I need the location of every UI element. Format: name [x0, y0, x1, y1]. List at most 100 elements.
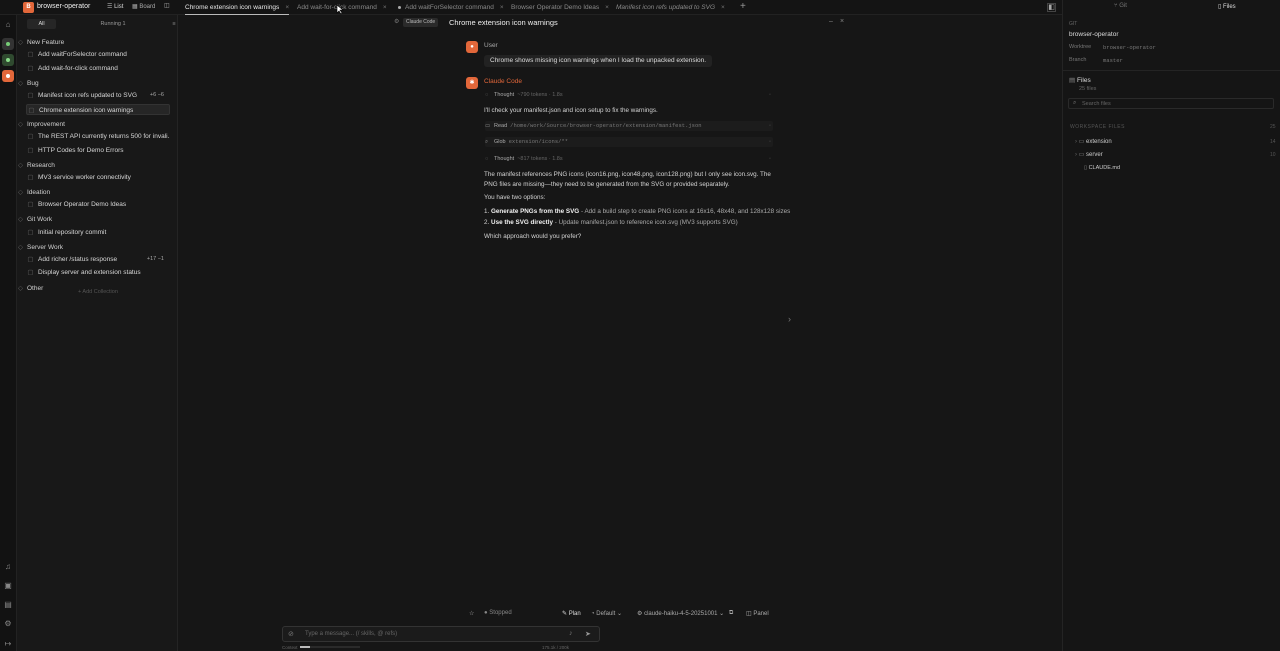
collection-header[interactable]: ◇ Research — [18, 161, 55, 169]
collection-header[interactable]: ◇ Server Work — [18, 243, 63, 251]
tree-folder-server[interactable]: › ▭ server — [1075, 151, 1103, 158]
attach-icon[interactable]: ⊘ — [288, 630, 294, 638]
new-tab-button[interactable]: + — [740, 1, 746, 12]
tag-icon: ◇ — [18, 120, 23, 128]
close-icon[interactable]: × — [605, 4, 609, 11]
user-avatar: ● — [466, 41, 478, 53]
worktree-value: browser-operator — [1103, 44, 1156, 51]
home-icon[interactable]: ⌂ — [3, 20, 13, 30]
plan-toggle[interactable]: ✎ Plan — [562, 610, 581, 617]
collection-header[interactable]: ◇ Bug — [18, 79, 39, 87]
filter-options-icon[interactable]: ≡ — [170, 19, 178, 29]
tree-folder-extension[interactable]: › ▭ extension — [1075, 138, 1112, 145]
sidebar-item-label: Chrome extension icon warnings — [39, 106, 134, 114]
board-view-button[interactable]: ▦ Board — [132, 3, 155, 10]
task-icon: ▢ — [27, 51, 34, 59]
filter-bar: All Running 1 ≡ — [27, 19, 177, 29]
tab-browser-operator-demo-ideas[interactable]: Browser Operator Demo Ideas × — [511, 0, 609, 15]
task-icon: ▢ — [27, 146, 34, 154]
sidebar-item[interactable]: ▢ Manifest icon refs updated to SVG +6 −6 — [26, 90, 170, 101]
collection-name: Server Work — [27, 243, 63, 251]
thought-block-2[interactable]: ◌ Thought ~817 tokens · 1.8s ◦ — [485, 154, 773, 164]
close-icon[interactable]: × — [383, 4, 387, 11]
sidebar-item[interactable]: ▢ Add wait-for-click command — [26, 63, 170, 74]
collection-header[interactable]: ◇ New Feature — [18, 38, 64, 46]
sidebar-toggle-icon[interactable]: ◫ — [164, 2, 170, 9]
extensions-icon[interactable]: ▣ — [3, 581, 13, 591]
thought-block-1[interactable]: ◌ Thought ~790 tokens · 1.8s ◦ — [485, 90, 773, 100]
chevron-right-icon[interactable]: › — [788, 314, 791, 324]
tab-add-waitforselector-command[interactable]: Add waitForSelector command × — [398, 0, 504, 15]
chevron-down-icon: ⌄ — [719, 611, 725, 617]
workspace-avatar-1[interactable] — [2, 38, 14, 50]
branch-label: Branch — [1069, 57, 1087, 63]
list-view-button[interactable]: ☰ List — [107, 3, 123, 10]
sidebar-item[interactable]: ▢ Chrome extension icon warnings — [26, 103, 170, 115]
settings-icon[interactable]: ⚙ — [394, 18, 399, 25]
close-icon[interactable]: × — [840, 18, 844, 25]
panel-toggle-icon[interactable]: ◧ — [1047, 3, 1056, 12]
workspace-avatar-2[interactable] — [2, 54, 14, 66]
logout-icon[interactable]: ↦ — [3, 639, 13, 649]
add-collection-button[interactable]: + Add Collection — [78, 289, 118, 295]
tab-git[interactable]: ⑂ Git — [1114, 3, 1127, 9]
tab-chrome-extension-icon-warnings[interactable]: Chrome extension icon warnings × — [185, 0, 290, 15]
filter-running-button[interactable]: Running 1 — [87, 19, 139, 29]
task-icon: ▢ — [27, 133, 34, 140]
bell-icon[interactable]: ♫ — [3, 562, 13, 572]
tree-file-claude-md[interactable]: ▯ CLAUDE.md — [1084, 165, 1120, 171]
list-icon: ☰ — [107, 4, 113, 10]
panel-label: Panel — [753, 611, 769, 617]
expand-icon: ◦ — [769, 156, 771, 162]
star-icon[interactable]: ☆ — [469, 610, 474, 617]
sidebar-item[interactable]: ▢ Initial repository commit — [26, 227, 170, 238]
fork-icon[interactable]: ⧉ — [729, 610, 733, 617]
sidebar-item[interactable]: ▢ Add richer /status response +17 −1 — [26, 254, 170, 265]
workspace-files-label: WORKSPACE FILES — [1070, 124, 1125, 130]
sidebar-item[interactable]: ▢ The REST API currently returns 500 for … — [26, 131, 170, 142]
sidebar-item[interactable]: ▢ HTTP Codes for Demo Errors — [26, 145, 170, 156]
sidebar-item[interactable]: ▢ Browser Operator Demo Ideas — [26, 199, 170, 210]
collection-header[interactable]: ◇ Improvement — [18, 120, 65, 128]
close-icon[interactable]: × — [721, 4, 725, 11]
app-logo[interactable]: B — [23, 2, 34, 13]
tab-manifest-icon-refs[interactable]: Manifest icon refs updated to SVG × — [616, 0, 725, 15]
sidebar-item[interactable]: ▢ MV3 service worker connectivity — [26, 172, 170, 183]
model-select[interactable]: ⚙ claude-haiku-4-5-20251001 ⌄ — [637, 610, 724, 617]
assistant-paragraph-3: Which approach would you prefer? — [484, 233, 582, 240]
glob-tool-call[interactable]: ⌕ Glob extension/icons/** ◦ — [485, 137, 773, 147]
send-icon[interactable]: ➤ — [585, 630, 591, 638]
file-search-input[interactable]: ⌕ Search files — [1068, 98, 1274, 109]
mode-value: Default — [596, 611, 616, 617]
workspace-avatar-3[interactable] — [2, 70, 14, 82]
task-icon: ▢ — [27, 255, 34, 263]
tree-item-count: 10 — [1270, 152, 1276, 158]
message-input[interactable]: ⊘ Type a message... (/ skills, @ refs) ♪… — [282, 626, 600, 642]
read-tool-call[interactable]: ▭ Read/home/work/Source/browser-operator/… — [485, 121, 773, 131]
collection-header[interactable]: ◇ Other — [18, 284, 43, 292]
archive-icon[interactable]: ▤ — [3, 600, 13, 610]
close-icon[interactable]: × — [500, 4, 504, 11]
microphone-icon[interactable]: ♪ — [569, 630, 573, 637]
chevron-down-icon: ⌄ — [616, 611, 623, 617]
panel-button[interactable]: ◫ Panel — [746, 610, 769, 617]
sidebar-item[interactable]: ▢ Display server and extension status — [26, 267, 170, 278]
tab-files[interactable]: ▯ Files — [1218, 3, 1236, 10]
board-icon: ▦ — [132, 4, 138, 10]
sidebar-item-label: MV3 service worker connectivity — [38, 173, 131, 181]
tree-item-name: extension — [1086, 139, 1112, 145]
filter-all-button[interactable]: All — [27, 19, 56, 29]
expand-icon: ◦ — [769, 139, 771, 145]
tree-item-count: 14 — [1270, 139, 1276, 145]
mode-select[interactable]: ◔ Default ⌄ — [591, 610, 622, 617]
gear-icon[interactable]: ⚙ — [3, 619, 13, 629]
minimize-icon[interactable]: – — [829, 18, 833, 25]
search-placeholder: Search files — [1082, 101, 1111, 107]
option-2: 2. Use the SVG directly - Update manifes… — [484, 218, 784, 228]
collection-header[interactable]: ◇ Ideation — [18, 188, 50, 196]
sidebar-item[interactable]: ▢ Add waitForSelector command — [26, 49, 170, 60]
sidebar-item-label: Display server and extension status — [38, 269, 141, 277]
project-title[interactable]: browser-operator — [37, 3, 90, 10]
collection-header[interactable]: ◇ Git Work — [18, 215, 52, 223]
close-icon[interactable]: × — [285, 4, 289, 11]
